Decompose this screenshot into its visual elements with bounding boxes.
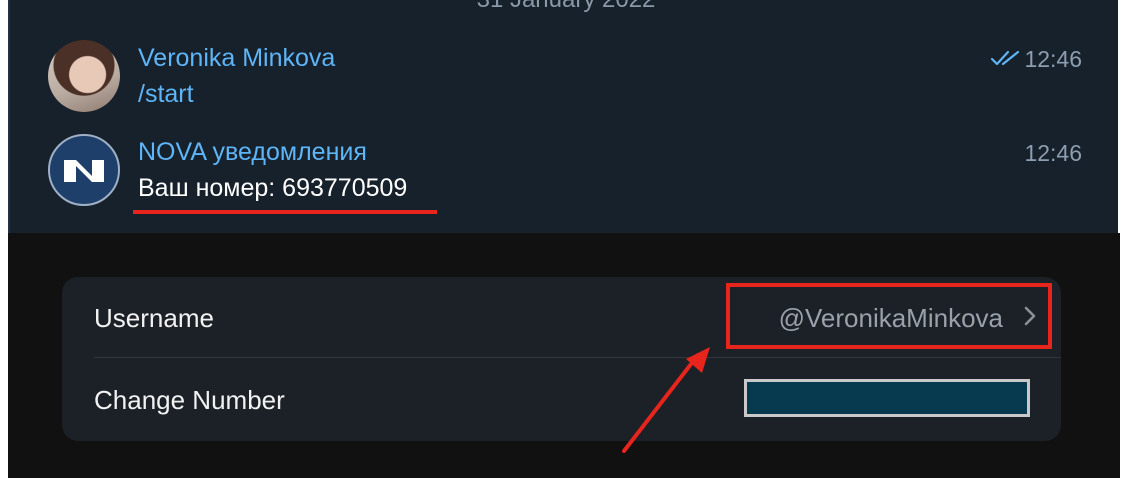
redacted-phone-number bbox=[744, 379, 1030, 417]
message-time: 12:46 bbox=[1024, 46, 1082, 72]
message-item[interactable]: NOVA уведомления Ваш номер: 693770509 12… bbox=[8, 130, 1118, 222]
message-text: Ваш номер: 693770509 bbox=[138, 174, 408, 202]
annotation-highlight-box bbox=[726, 283, 1052, 349]
message-time: 12:46 bbox=[1024, 140, 1082, 166]
divider bbox=[94, 357, 1061, 358]
avatar[interactable] bbox=[48, 40, 120, 112]
avatar[interactable] bbox=[48, 134, 120, 206]
row-label: Change Number bbox=[94, 385, 285, 415]
row-label: Username bbox=[94, 303, 214, 333]
annotation-underline bbox=[133, 210, 437, 214]
date-separator: 31 January 2022 bbox=[8, 0, 1118, 14]
sender-name[interactable]: NOVA уведомления bbox=[138, 138, 367, 167]
nova-logo-icon bbox=[64, 160, 104, 182]
chat-panel: 31 January 2022 Veronika Minkova /start … bbox=[8, 0, 1118, 233]
settings-panel: Username @VeronikaMinkova Change Number bbox=[8, 233, 1120, 478]
bot-command-link[interactable]: /start bbox=[138, 80, 194, 109]
message-item[interactable]: Veronika Minkova /start 12:46 bbox=[8, 36, 1118, 128]
double-check-icon bbox=[990, 48, 1022, 73]
sender-name[interactable]: Veronika Minkova bbox=[138, 44, 335, 73]
